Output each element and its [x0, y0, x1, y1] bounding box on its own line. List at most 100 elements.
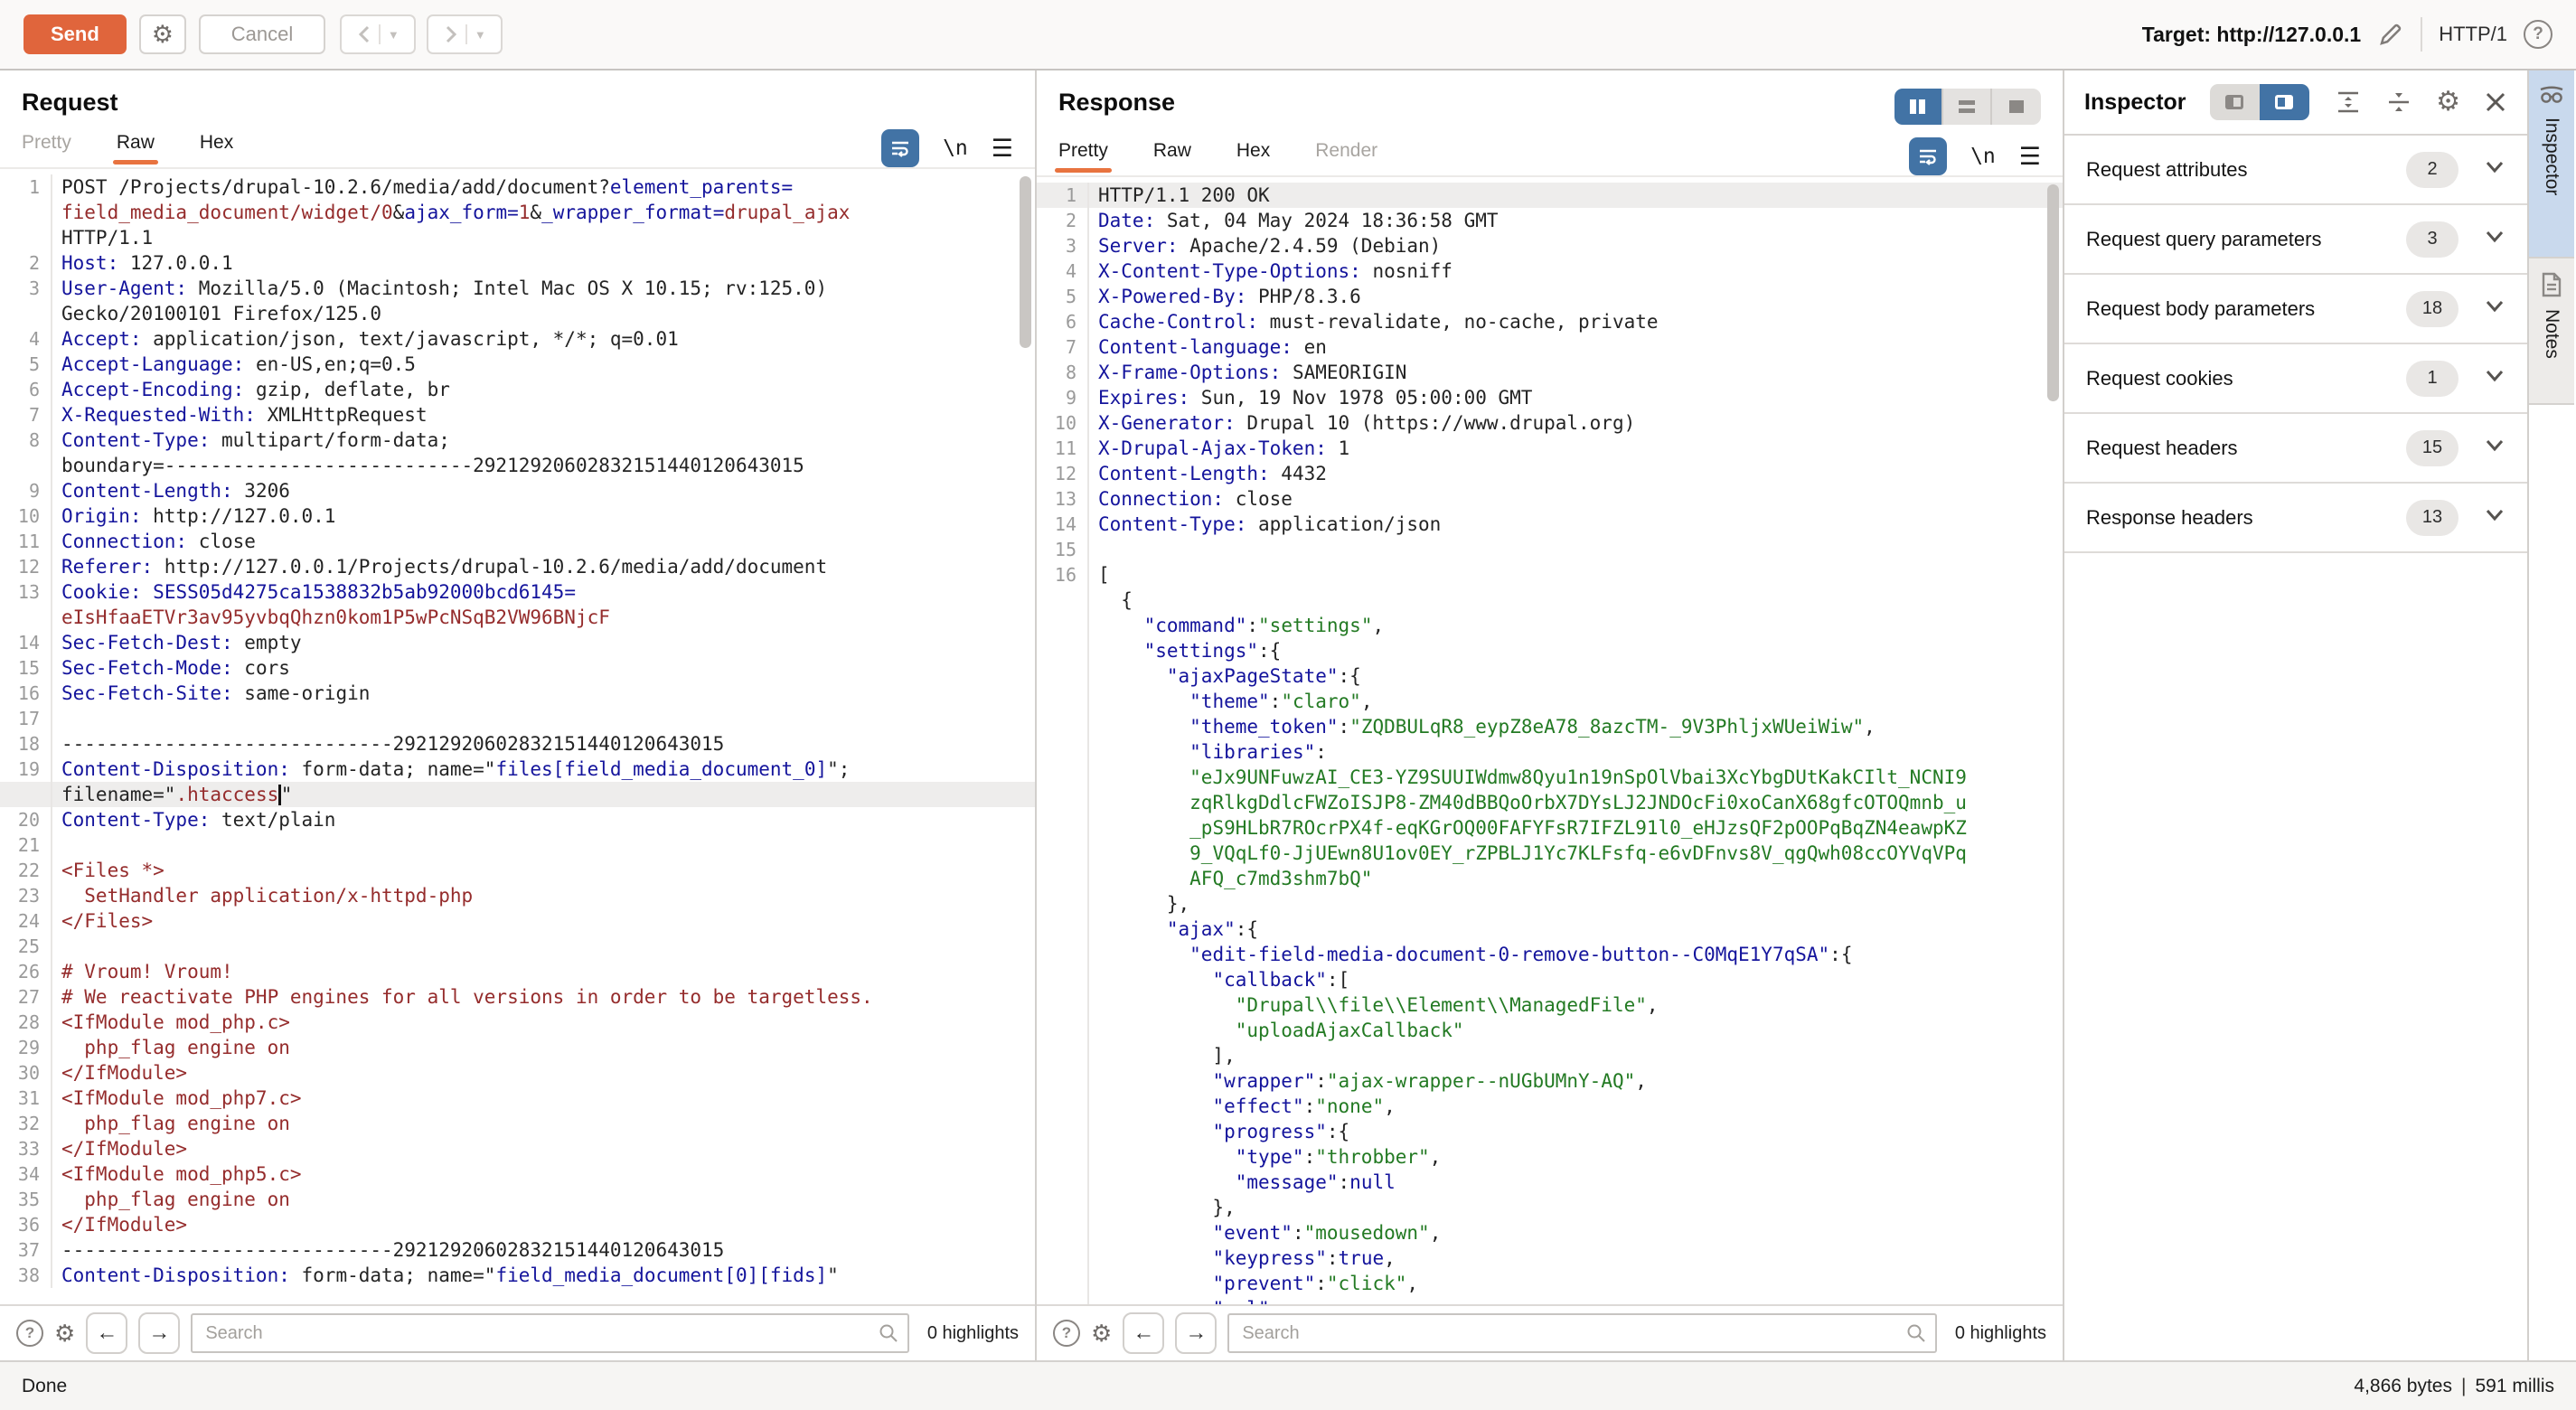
cancel-button[interactable]: Cancel: [199, 14, 325, 54]
request-highlight-count: 0 highlights: [927, 1323, 1019, 1344]
line-number: 15: [1037, 537, 1089, 562]
search-prev-button[interactable]: ←: [86, 1312, 127, 1354]
code-text: AFQ_c7md3shm7bQ": [1089, 866, 1372, 891]
regex-help-icon[interactable]: ?: [1053, 1320, 1080, 1347]
forward-request-button[interactable]: ▼: [427, 14, 503, 54]
inspector-section-request-headers[interactable]: Request headers15: [2064, 414, 2527, 484]
code-text: </IfModule>: [52, 1212, 187, 1237]
chevron-down-icon[interactable]: [2484, 508, 2505, 527]
side-tab-inspector[interactable]: Inspector: [2529, 70, 2574, 258]
request-code-row: filename=".htaccess": [0, 782, 1035, 807]
inspector-sections: Request attributes2Request query paramet…: [2064, 136, 2527, 553]
tab-response-raw[interactable]: Raw: [1153, 140, 1191, 173]
response-code-row: "wrapper":"ajax-wrapper--nUGbUMnY-AQ",: [1037, 1068, 2063, 1094]
inspector-section-request-attributes[interactable]: Request attributes2: [2064, 136, 2527, 205]
tab-response-pretty[interactable]: Pretty: [1058, 140, 1108, 173]
inspector-section-request-cookies[interactable]: Request cookies1: [2064, 344, 2527, 414]
inspector-section-response-headers[interactable]: Response headers13: [2064, 484, 2527, 553]
code-text: php_flag engine on: [52, 1187, 290, 1212]
code-text: "settings":{: [1089, 638, 1281, 663]
inspector-header: Inspector ⚙: [2064, 70, 2527, 136]
request-code-row: 8Content-Type: multipart/form-data;: [0, 428, 1035, 453]
newline-toggle-icon[interactable]: \n: [943, 136, 968, 160]
code-text: Date: Sat, 04 May 2024 18:36:58 GMT: [1089, 208, 1499, 233]
response-code-row: 11X-Drupal-Ajax-Token: 1: [1037, 436, 2063, 461]
request-settings-button[interactable]: ⚙: [139, 14, 186, 54]
inspector-section-request-query-parameters[interactable]: Request query parameters3: [2064, 205, 2527, 275]
line-number: [1037, 1018, 1089, 1043]
request-code-row: 26# Vroum! Vroum!: [0, 959, 1035, 984]
code-text: "progress":{: [1089, 1119, 1349, 1144]
response-code-row: 2Date: Sat, 04 May 2024 18:36:58 GMT: [1037, 208, 2063, 233]
line-number: 1: [1037, 183, 1089, 208]
word-wrap-toggle-icon[interactable]: [1909, 137, 1947, 175]
edit-target-pencil-icon[interactable]: [2377, 21, 2404, 48]
tab-request-pretty[interactable]: Pretty: [22, 132, 71, 164]
chevron-down-icon[interactable]: [2484, 438, 2505, 457]
line-number: [1037, 1144, 1089, 1170]
response-editor[interactable]: 1HTTP/1.1 200 OK2Date: Sat, 04 May 2024 …: [1037, 175, 2063, 1304]
send-button[interactable]: Send: [24, 14, 127, 54]
chevron-down-icon[interactable]: [2484, 230, 2505, 249]
search-next-button[interactable]: →: [138, 1312, 180, 1354]
code-text: "type":"throbber",: [1089, 1144, 1441, 1170]
request-menu-icon[interactable]: ☰: [992, 136, 1013, 161]
tab-request-hex[interactable]: Hex: [200, 132, 233, 164]
word-wrap-toggle-icon[interactable]: [881, 129, 919, 167]
chevron-down-icon[interactable]: [2484, 160, 2505, 179]
code-text: X-Frame-Options: SAMEORIGIN: [1089, 360, 1406, 385]
response-code-row: "callback":[: [1037, 967, 2063, 992]
line-number: [1037, 916, 1089, 942]
line-number: 13: [1037, 486, 1089, 512]
dock-left-button[interactable]: [2210, 84, 2260, 120]
section-right: 13: [2406, 500, 2505, 536]
expand-all-icon[interactable]: [2335, 89, 2362, 116]
section-count-badge: 1: [2406, 361, 2458, 397]
chevron-down-icon[interactable]: [2484, 369, 2505, 388]
code-text: X-Content-Type-Options: nosniff: [1089, 258, 1453, 284]
response-search-input[interactable]: [1227, 1313, 1937, 1353]
tab-response-hex[interactable]: Hex: [1236, 140, 1270, 173]
back-request-button[interactable]: ▼: [340, 14, 416, 54]
layout-columns-button[interactable]: [1894, 89, 1943, 125]
scrollbar-thumb[interactable]: [1020, 176, 1031, 348]
request-editor[interactable]: 1POST /Projects/drupal-10.2.6/media/add/…: [0, 167, 1035, 1304]
response-code-row: "event":"mousedown",: [1037, 1220, 2063, 1246]
chevron-down-icon[interactable]: [2484, 299, 2505, 318]
tab-request-raw[interactable]: Raw: [117, 132, 155, 164]
tab-response-render[interactable]: Render: [1315, 140, 1377, 173]
code-text: Host: 127.0.0.1: [52, 250, 233, 276]
line-number: 2: [0, 250, 52, 276]
collapse-all-icon[interactable]: [2385, 89, 2412, 116]
layout-rows-button[interactable]: [1943, 89, 1992, 125]
response-menu-icon[interactable]: ☰: [2019, 145, 2041, 169]
help-icon[interactable]: ?: [2524, 20, 2552, 49]
response-code-row: "effect":"none",: [1037, 1094, 2063, 1119]
request-panel-title: Request: [22, 89, 118, 117]
line-number: 12: [1037, 461, 1089, 486]
scrollbar-thumb[interactable]: [2047, 184, 2059, 401]
inspector-settings-icon[interactable]: ⚙: [2436, 89, 2460, 116]
code-text: Cache-Control: must-revalidate, no-cache…: [1089, 309, 1659, 334]
search-settings-icon[interactable]: ⚙: [54, 1320, 75, 1348]
regex-help-icon[interactable]: ?: [16, 1320, 43, 1347]
response-code-row: 7Content-language: en: [1037, 334, 2063, 360]
newline-toggle-icon[interactable]: \n: [1970, 145, 1996, 168]
request-code-row: 18-----------------------------292129206…: [0, 731, 1035, 757]
line-number: 22: [0, 858, 52, 883]
close-icon[interactable]: [2484, 90, 2507, 114]
dock-right-button[interactable]: [2260, 84, 2309, 120]
search-prev-button[interactable]: ←: [1123, 1312, 1164, 1354]
code-text: 9_VQqLf0-JjUEwn8U1ov0EY_rZPBLJ1Yc7KLFsfq…: [1089, 841, 1967, 866]
line-number: 18: [0, 731, 52, 757]
layout-single-button[interactable]: [1992, 89, 2041, 125]
search-settings-icon[interactable]: ⚙: [1091, 1320, 1112, 1348]
request-search-input[interactable]: [191, 1313, 909, 1353]
search-next-button[interactable]: →: [1175, 1312, 1217, 1354]
side-tab-notes[interactable]: Notes: [2529, 258, 2574, 405]
inspector-section-request-body-parameters[interactable]: Request body parameters18: [2064, 275, 2527, 344]
request-code-row: 14Sec-Fetch-Dest: empty: [0, 630, 1035, 655]
request-tabs: Pretty Raw Hex \n ☰: [0, 117, 1035, 167]
line-number: 14: [1037, 512, 1089, 537]
http-version-label[interactable]: HTTP/1: [2439, 23, 2507, 46]
